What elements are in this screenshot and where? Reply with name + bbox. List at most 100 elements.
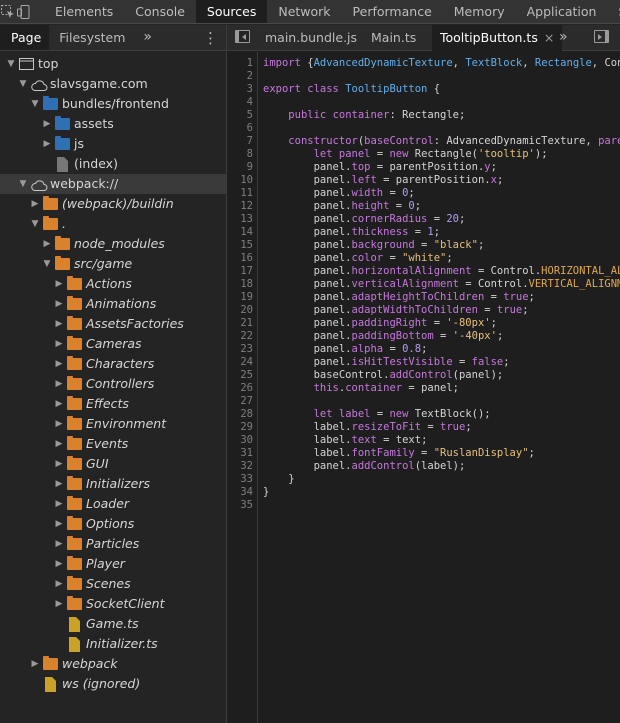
panel-tab-console[interactable]: Console (124, 0, 196, 23)
editor-tab-main-bundle[interactable]: main.bundle.js (257, 25, 365, 51)
collapse-arrow-icon[interactable]: ▶ (54, 294, 64, 314)
tree-item[interactable]: ▼ slavsgame.com (0, 74, 226, 94)
tree-item[interactable]: ▶ Environment (0, 414, 226, 434)
collapse-arrow-icon[interactable]: ▶ (54, 494, 64, 514)
line-number[interactable]: 20 (240, 304, 253, 317)
expand-arrow-icon[interactable]: ▼ (6, 54, 16, 74)
inspect-element-icon[interactable] (0, 0, 16, 24)
tree-item[interactable]: ▶ assets (0, 114, 226, 134)
tab-page[interactable]: Page (0, 25, 50, 50)
line-number[interactable]: 14 (240, 226, 253, 239)
tree-item[interactable]: ▼ webpack:// (0, 174, 226, 194)
line-number[interactable]: 27 (240, 395, 253, 408)
more-editor-tabs-icon[interactable]: » (559, 25, 568, 49)
line-number[interactable]: 24 (240, 356, 253, 369)
tree-item[interactable]: ▶ Options (0, 514, 226, 534)
collapse-arrow-icon[interactable]: ▶ (54, 314, 64, 334)
collapse-arrow-icon[interactable]: ▶ (42, 134, 52, 154)
line-number[interactable]: 25 (240, 369, 253, 382)
device-toolbar-icon[interactable] (16, 0, 32, 24)
line-number[interactable]: 30 (240, 434, 253, 447)
code-area[interactable]: import {AdvancedDynamicTexture, TextBloc… (263, 52, 620, 723)
panel-tab-memory[interactable]: Memory (443, 0, 516, 23)
line-number[interactable]: 28 (240, 408, 253, 421)
collapse-arrow-icon[interactable]: ▶ (54, 334, 64, 354)
collapse-arrow-icon[interactable]: ▶ (54, 534, 64, 554)
collapse-arrow-icon[interactable]: ▶ (54, 474, 64, 494)
panel-tab-network[interactable]: Network (267, 0, 341, 23)
line-number[interactable]: 1 (247, 57, 253, 70)
tree-item[interactable]: ▶ Controllers (0, 374, 226, 394)
tree-item[interactable]: ▼. (0, 214, 226, 234)
line-number[interactable]: 19 (240, 291, 253, 304)
navigator-menu-icon[interactable]: ⋮ (203, 25, 218, 51)
tree-item[interactable]: ▶ Effects (0, 394, 226, 414)
tree-item[interactable]: ▶ Initializers (0, 474, 226, 494)
tree-item[interactable]: ▶ webpack (0, 654, 226, 674)
tree-item[interactable]: ▶ Characters (0, 354, 226, 374)
tree-item[interactable]: ▶ Scenes (0, 574, 226, 594)
line-number[interactable]: 4 (247, 96, 253, 109)
collapse-arrow-icon[interactable]: ▶ (54, 414, 64, 434)
panel-tab-application[interactable]: Application (516, 0, 608, 23)
collapse-arrow-icon[interactable]: ▶ (42, 234, 52, 254)
collapse-arrow-icon[interactable]: ▶ (30, 654, 40, 674)
expand-arrow-icon[interactable]: ▼ (18, 174, 28, 194)
line-number[interactable]: 32 (240, 460, 253, 473)
toggle-navigator-icon[interactable] (235, 30, 250, 43)
collapse-arrow-icon[interactable]: ▶ (54, 374, 64, 394)
panel-tab-sources[interactable]: Sources (195, 0, 268, 23)
tree-item[interactable]: Game.ts (0, 614, 226, 634)
tree-item[interactable]: ▼ bundles/frontend (0, 94, 226, 114)
collapse-arrow-icon[interactable]: ▶ (54, 514, 64, 534)
line-number[interactable]: 10 (240, 174, 253, 187)
tree-item[interactable]: ▼ src/game (0, 254, 226, 274)
line-number[interactable]: 31 (240, 447, 253, 460)
tree-item[interactable]: ▶ GUI (0, 454, 226, 474)
collapse-arrow-icon[interactable]: ▶ (54, 594, 64, 614)
line-number[interactable]: 9 (247, 161, 253, 174)
line-number[interactable]: 34 (240, 486, 253, 499)
line-number[interactable]: 17 (240, 265, 253, 278)
collapse-arrow-icon[interactable]: ▶ (54, 454, 64, 474)
panel-tab-se[interactable]: Se (607, 0, 620, 23)
tree-item[interactable]: Initializer.ts (0, 634, 226, 654)
tree-item[interactable]: ▼ top (0, 54, 226, 74)
tree-item[interactable]: ▶ js (0, 134, 226, 154)
more-tabs-icon[interactable]: » (131, 25, 158, 50)
tree-item[interactable]: ▶ node_modules (0, 234, 226, 254)
line-number[interactable]: 2 (247, 70, 253, 83)
line-number[interactable]: 5 (247, 109, 253, 122)
tree-item[interactable]: ▶ Particles (0, 534, 226, 554)
toggle-debugger-icon[interactable] (594, 30, 609, 43)
panel-tab-elements[interactable]: Elements (44, 0, 124, 23)
line-number[interactable]: 29 (240, 421, 253, 434)
panel-tab-performance[interactable]: Performance (342, 0, 443, 23)
line-number[interactable]: 33 (240, 473, 253, 486)
collapse-arrow-icon[interactable]: ▶ (54, 394, 64, 414)
expand-arrow-icon[interactable]: ▼ (30, 214, 40, 234)
tree-item[interactable]: ▶ Cameras (0, 334, 226, 354)
tree-item[interactable]: ▶ Actions (0, 274, 226, 294)
line-number[interactable]: 11 (240, 187, 253, 200)
tab-filesystem[interactable]: Filesystem (49, 25, 131, 50)
line-number[interactable]: 13 (240, 213, 253, 226)
line-number[interactable]: 7 (247, 135, 253, 148)
collapse-arrow-icon[interactable]: ▶ (54, 554, 64, 574)
editor-tab-tooltipbutton[interactable]: TooltipButton.ts × (432, 25, 563, 51)
tree-item[interactable]: ▶ SocketClient (0, 594, 226, 614)
collapse-arrow-icon[interactable]: ▶ (54, 274, 64, 294)
line-number[interactable]: 6 (247, 122, 253, 135)
line-number[interactable]: 35 (240, 499, 253, 512)
expand-arrow-icon[interactable]: ▼ (18, 74, 28, 94)
editor-tab-main-ts[interactable]: Main.ts (363, 25, 424, 51)
expand-arrow-icon[interactable]: ▼ (30, 94, 40, 114)
line-number[interactable]: 22 (240, 330, 253, 343)
tree-item[interactable]: ▶ Loader (0, 494, 226, 514)
close-tab-icon[interactable]: × (544, 30, 554, 45)
tree-item[interactable]: ws (ignored) (0, 674, 226, 694)
line-number[interactable]: 21 (240, 317, 253, 330)
line-number[interactable]: 8 (247, 148, 253, 161)
line-number[interactable]: 15 (240, 239, 253, 252)
line-number[interactable]: 3 (247, 83, 253, 96)
